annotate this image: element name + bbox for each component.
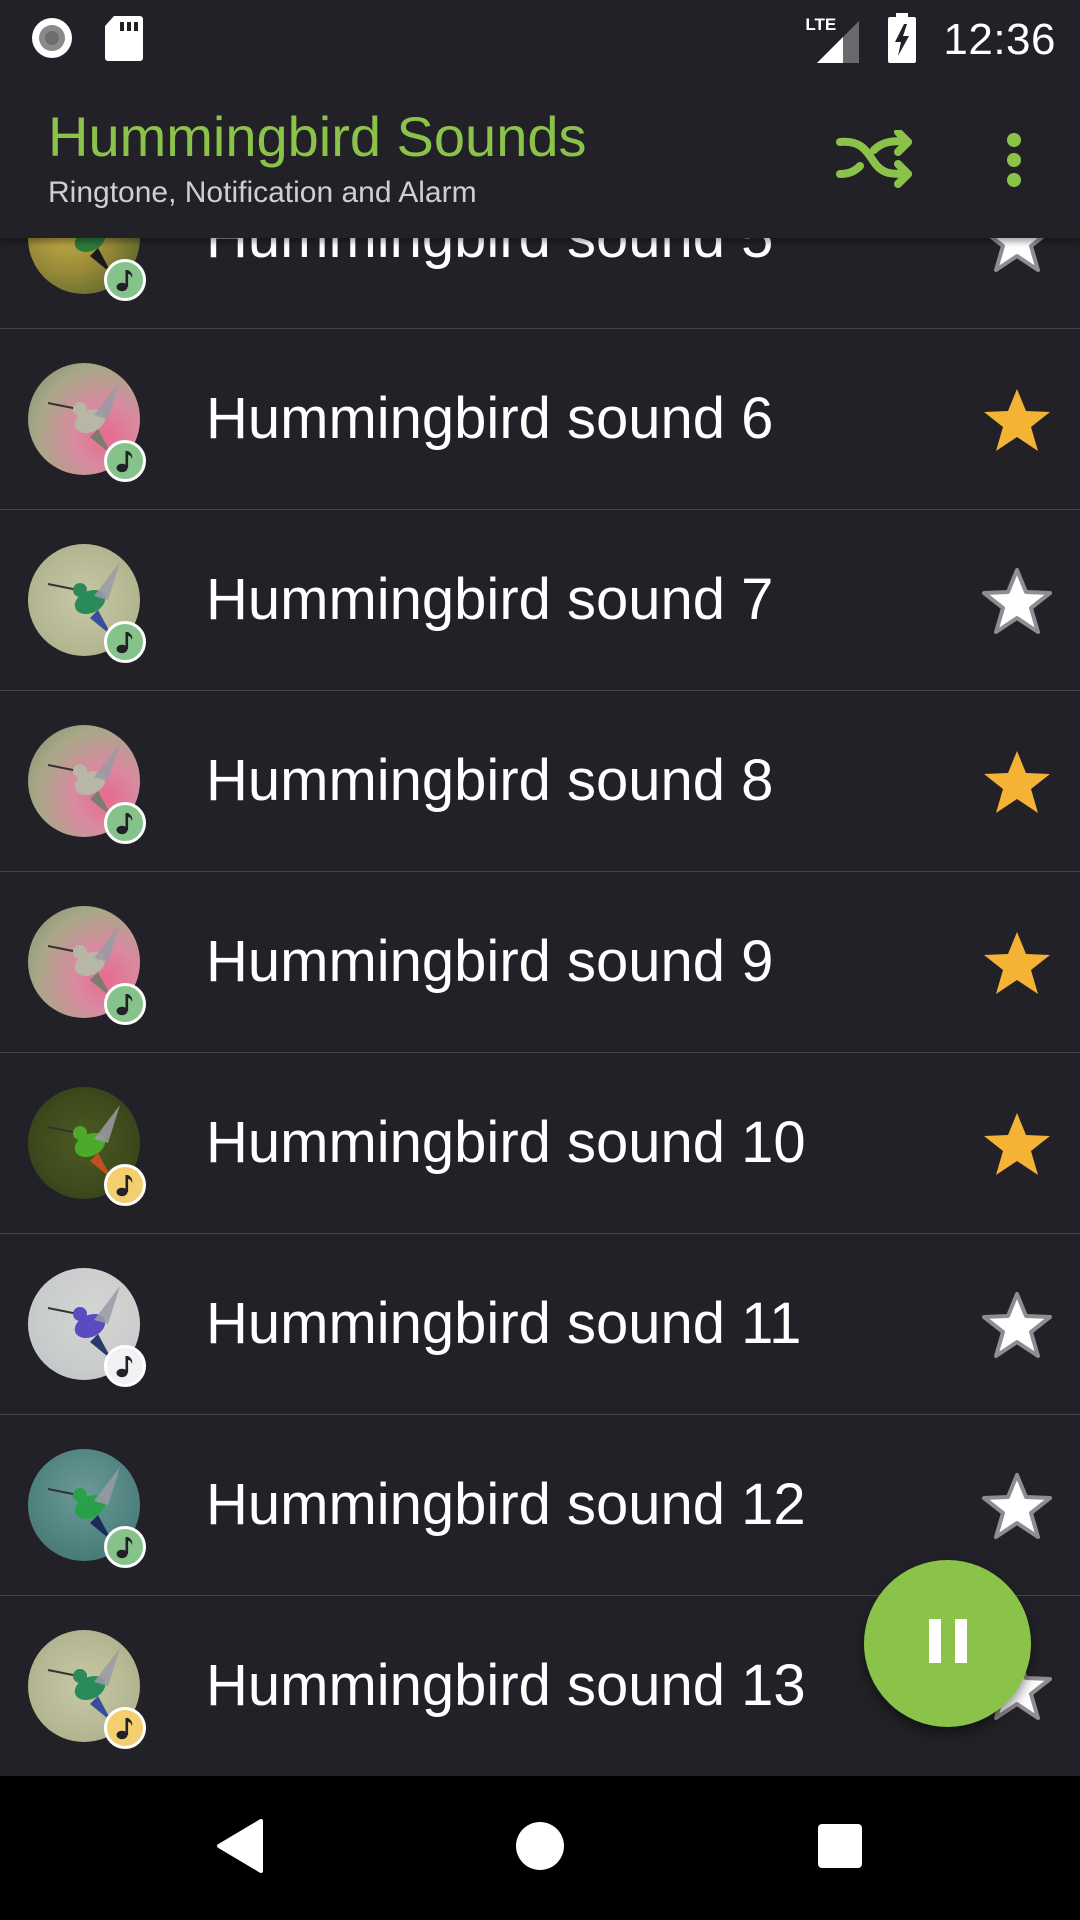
music-note-icon [115, 630, 135, 654]
music-note-icon [115, 1535, 135, 1559]
ringtone-type-badge [104, 1164, 146, 1206]
music-note-icon [115, 992, 135, 1016]
sound-list-item[interactable]: Hummingbird sound 11 [0, 1234, 1080, 1415]
sound-title: Hummingbird sound 13 [206, 1653, 806, 1718]
more-vert-icon [1004, 130, 1024, 195]
more-options-button[interactable] [966, 114, 1062, 210]
home-icon [514, 1820, 566, 1877]
pause-icon [923, 1616, 973, 1671]
status-bar: LTE 12:36 [0, 0, 1080, 84]
app-bar: Hummingbird Sounds Ringtone, Notificatio… [0, 84, 1080, 238]
favorite-star-outline-icon[interactable] [982, 1471, 1052, 1541]
sound-title: Hummingbird sound 12 [206, 1472, 806, 1537]
ringtone-type-badge [104, 983, 146, 1025]
battery-charging-icon [887, 12, 917, 69]
pause-button[interactable] [864, 1560, 1031, 1727]
sound-list-item[interactable]: Hummingbird sound 7 [0, 510, 1080, 691]
ringtone-type-badge [104, 1707, 146, 1749]
lte-signal-icon: LTE [805, 15, 861, 65]
sound-list-item[interactable]: Hummingbird sound 9 [0, 872, 1080, 1053]
ringtone-type-badge [104, 259, 146, 301]
sound-list[interactable]: Hummingbird sound 5Hummingbird sound 6Hu… [0, 0, 1080, 1776]
record-icon [30, 16, 74, 65]
sound-title: Hummingbird sound 6 [206, 386, 774, 451]
sound-list-item[interactable]: Hummingbird sound 6 [0, 329, 1080, 510]
recents-icon [816, 1822, 864, 1875]
ringtone-type-badge [104, 440, 146, 482]
favorite-star-outline-icon[interactable] [982, 1290, 1052, 1360]
music-note-icon [115, 811, 135, 835]
music-note-icon [115, 449, 135, 473]
favorite-star-filled-icon[interactable] [982, 1109, 1052, 1179]
favorite-star-filled-icon[interactable] [982, 385, 1052, 455]
sound-title: Hummingbird sound 11 [206, 1291, 802, 1356]
sd-card-icon [104, 14, 144, 67]
sound-title: Hummingbird sound 7 [206, 567, 774, 632]
sound-list-item[interactable]: Hummingbird sound 10 [0, 1053, 1080, 1234]
music-note-icon [115, 1173, 135, 1197]
clock: 12:36 [943, 15, 1056, 64]
system-nav-bar [0, 1776, 1080, 1920]
ringtone-type-badge [104, 802, 146, 844]
shuffle-button[interactable] [828, 114, 924, 210]
app-title: Hummingbird Sounds [48, 105, 587, 168]
music-note-icon [115, 1716, 135, 1740]
ringtone-type-badge [104, 621, 146, 663]
shuffle-icon [836, 127, 916, 195]
home-button[interactable] [480, 1798, 600, 1898]
recents-button[interactable] [780, 1798, 900, 1898]
sound-title: Hummingbird sound 10 [206, 1110, 806, 1175]
sound-title: Hummingbird sound 9 [206, 929, 774, 994]
sound-list-item[interactable]: Hummingbird sound 8 [0, 691, 1080, 872]
music-note-icon [115, 1354, 135, 1378]
ringtone-type-badge [104, 1345, 146, 1387]
favorite-star-filled-icon[interactable] [982, 747, 1052, 817]
back-icon [215, 1818, 265, 1878]
app-subtitle: Ringtone, Notification and Alarm [48, 176, 477, 209]
music-note-icon [115, 268, 135, 292]
favorite-star-outline-icon[interactable] [982, 566, 1052, 636]
ringtone-type-badge [104, 1526, 146, 1568]
sound-title: Hummingbird sound 8 [206, 748, 774, 813]
favorite-star-filled-icon[interactable] [982, 928, 1052, 998]
back-button[interactable] [180, 1798, 300, 1898]
